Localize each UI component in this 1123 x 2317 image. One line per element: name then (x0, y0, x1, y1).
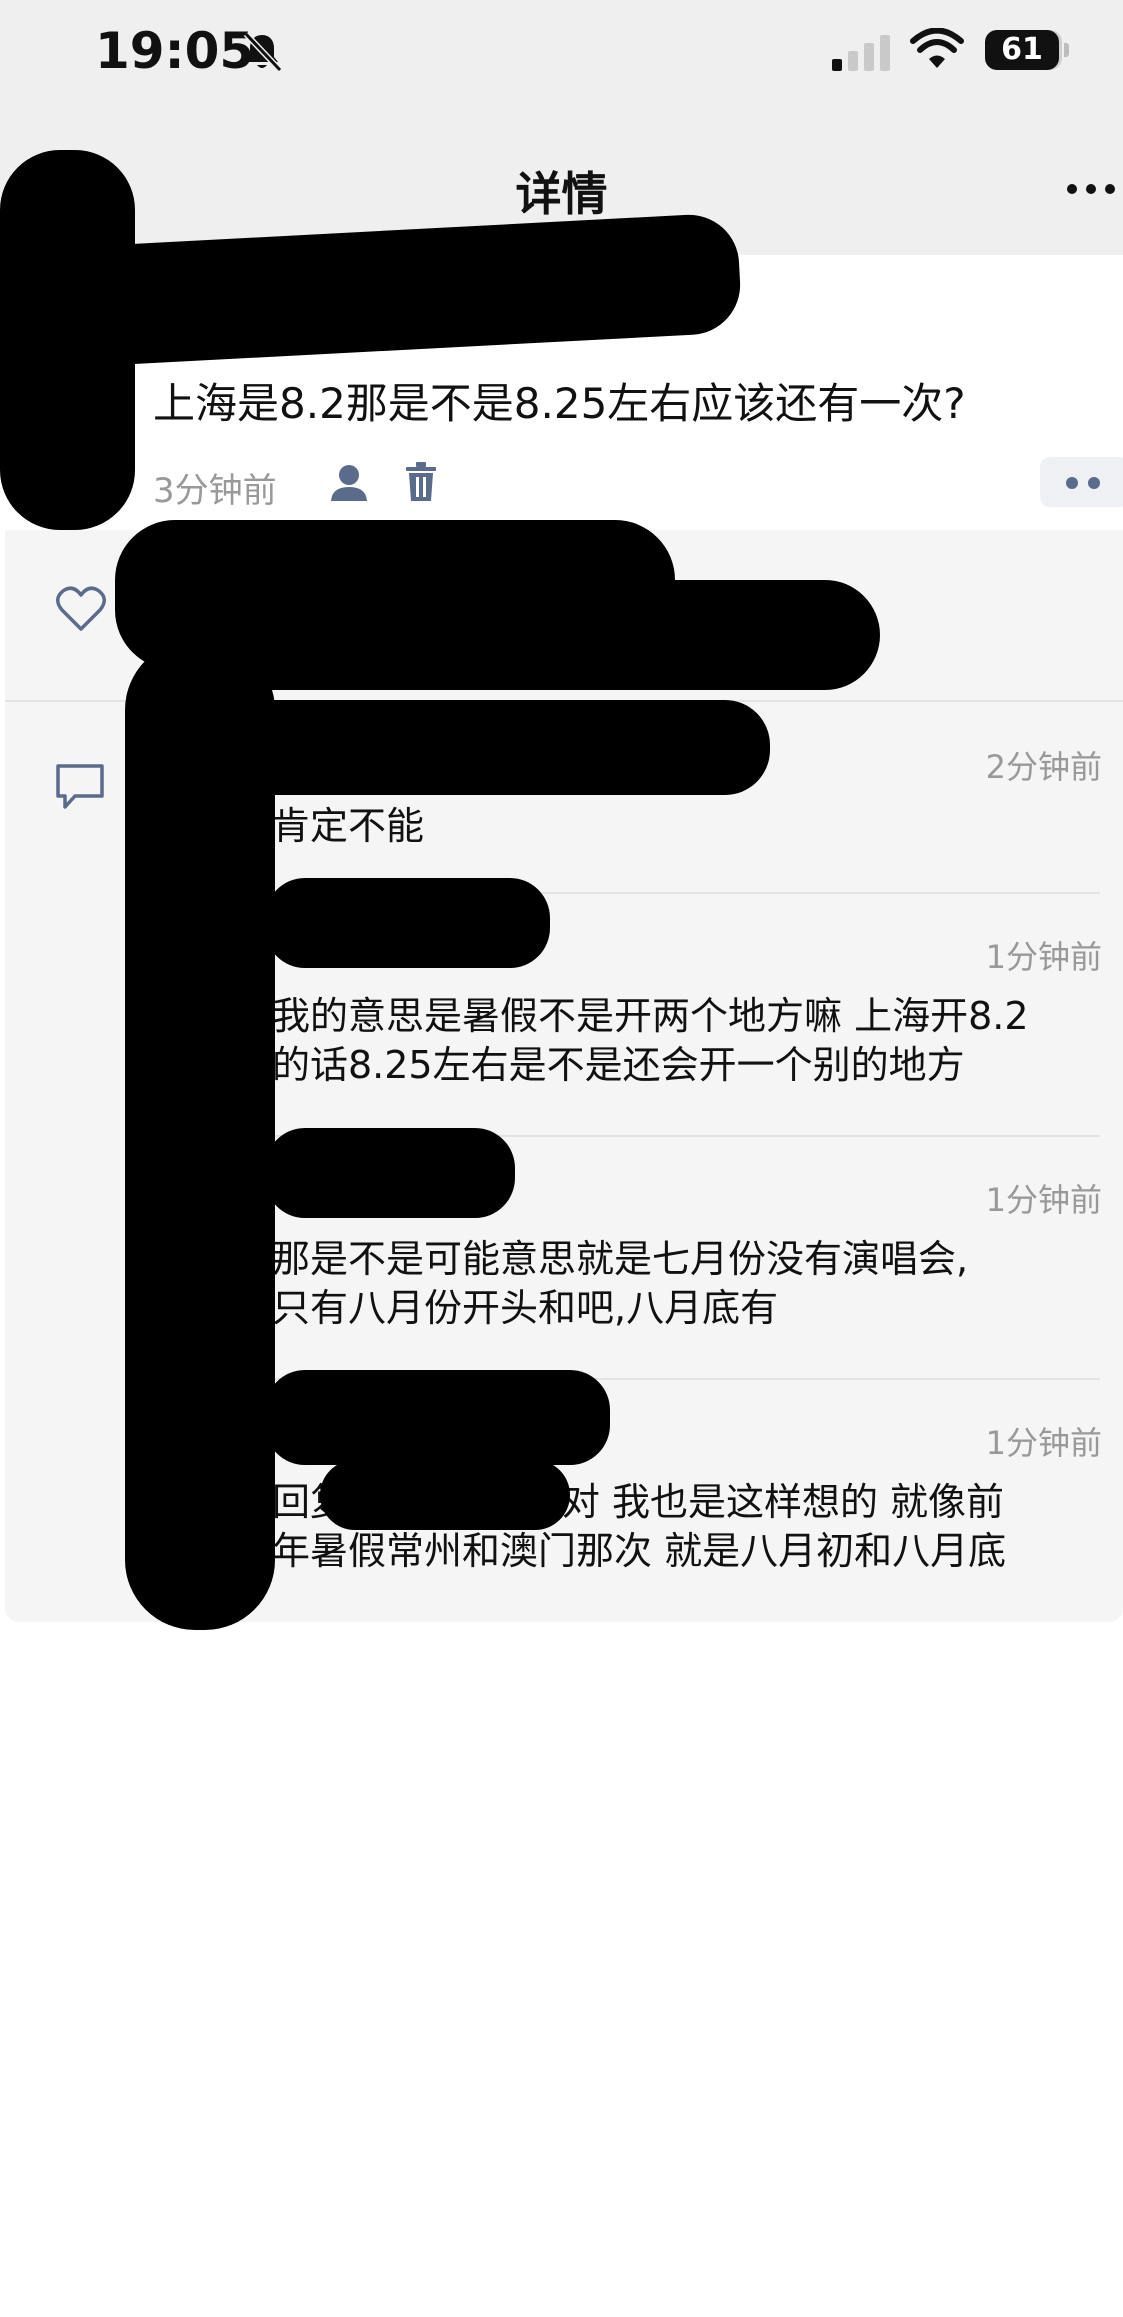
battery-icon: 61 (985, 30, 1059, 70)
page-title: 详情 (515, 167, 608, 221)
post-time: 3分钟前 (153, 471, 277, 511)
redaction-mark (125, 640, 275, 1630)
heart-icon[interactable] (55, 585, 107, 633)
comment-text: 只有八月份开头和吧,八月底有 (272, 1286, 779, 1330)
redaction-mark (320, 1460, 570, 1530)
comment-text: 肯定不能 (272, 804, 425, 848)
status-bar: 19:05 61 (0, 0, 1123, 110)
comment-time: 1分钟前 (985, 1424, 1102, 1462)
signal-icon (832, 35, 890, 71)
bell-off-icon (243, 31, 283, 73)
redaction-mark (265, 1370, 610, 1465)
comment-time: 2分钟前 (985, 748, 1102, 786)
wifi-icon (910, 28, 964, 68)
more-dots-icon[interactable] (1040, 457, 1123, 507)
more-icon[interactable] (1065, 182, 1117, 196)
status-time: 19:05 (95, 22, 255, 80)
redaction-mark (180, 580, 880, 690)
comment-text: 的话8.25左右是不是还会开一个别的地方 (272, 1043, 965, 1087)
comment-time: 1分钟前 (985, 1181, 1102, 1219)
comment-time: 1分钟前 (985, 938, 1102, 976)
comment-text: 我的意思是暑假不是开两个地方嘛 上海开8.2 (272, 994, 1029, 1038)
comment-text: 那是不是可能意思就是七月份没有演唱会, (272, 1237, 969, 1281)
post-text: 上海是8.2那是不是8.25左右应该还有一次? (153, 379, 966, 428)
comment-text: 年暑假常州和澳门那次 就是八月初和八月底 (272, 1529, 1007, 1573)
battery-tip (1064, 43, 1069, 57)
comment-icon[interactable] (53, 762, 107, 812)
user-icon[interactable] (328, 463, 370, 503)
trash-icon[interactable] (404, 461, 438, 503)
redaction-mark (265, 878, 550, 968)
redaction-mark (265, 1128, 515, 1218)
